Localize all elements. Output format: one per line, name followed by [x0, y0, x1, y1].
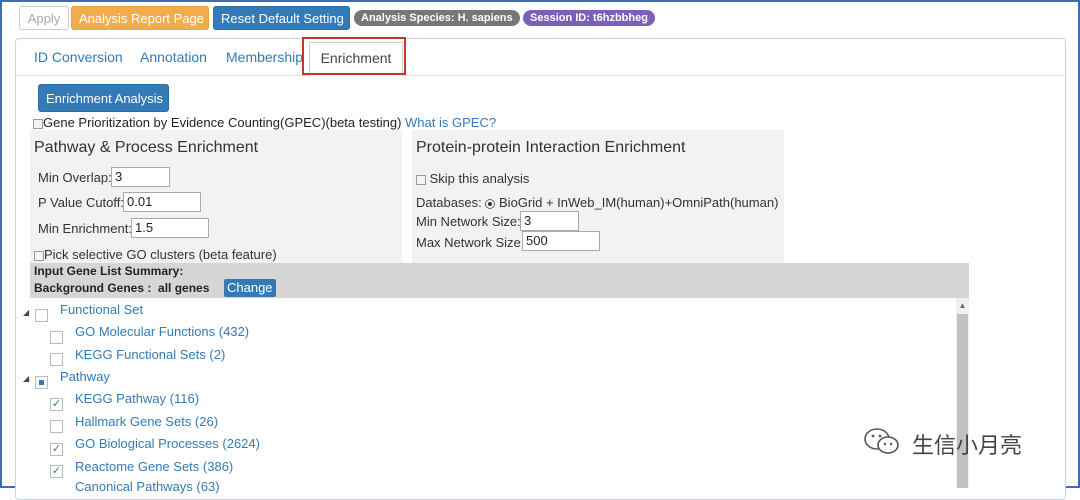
reset-default-button[interactable]: Reset Default Setting [213, 6, 350, 30]
tab-divider [16, 75, 1064, 76]
what-is-gpec-link[interactable]: What is GPEC? [405, 115, 496, 130]
tree-item-hallmark[interactable]: Hallmark Gene Sets (26) [75, 414, 218, 429]
scrollbar-thumb[interactable] [957, 314, 968, 488]
tree-checkbox-go-biological[interactable]: ✓ [50, 443, 63, 456]
min-overlap-input[interactable]: 3 [111, 167, 170, 187]
tree-item-functional-set[interactable]: Functional Set [60, 302, 143, 317]
databases-radio[interactable] [485, 198, 496, 209]
tree-checkbox-kegg-functional[interactable] [50, 353, 63, 366]
session-badge: Session ID: t6hzbbheg [523, 10, 655, 26]
tree-checkbox-pathway[interactable] [35, 376, 48, 389]
background-genes-label: Background Genes : [34, 281, 152, 295]
databases-row: Databases: BioGrid + InWeb_IM(human)+Omn… [416, 195, 778, 210]
databases-label: Databases: [416, 195, 482, 210]
tree-checkbox-reactome[interactable]: ✓ [50, 465, 63, 478]
background-genes-value: all genes [158, 281, 210, 295]
tab-id-conversion[interactable]: ID Conversion [34, 46, 123, 68]
background-genes-row: Background Genes : all genes [34, 281, 209, 295]
tree-item-pathway[interactable]: Pathway [60, 369, 110, 384]
tree-item-canonical[interactable]: Canonical Pathways (63) [75, 479, 220, 494]
tree-checkbox-go-molecular[interactable] [50, 331, 63, 344]
tree-item-kegg-functional[interactable]: KEGG Functional Sets (2) [75, 347, 225, 362]
gpec-label: Gene Prioritization by Evidence Counting… [43, 115, 402, 130]
min-enrichment-input[interactable]: 1.5 [131, 218, 209, 238]
tree-item-reactome[interactable]: Reactome Gene Sets (386) [75, 459, 233, 474]
ppi-heading: Protein-protein Interaction Enrichment [416, 139, 686, 156]
tree-item-go-molecular[interactable]: GO Molecular Functions (432) [75, 324, 249, 339]
gpec-row: Gene Prioritization by Evidence Counting… [33, 115, 496, 131]
species-badge: Analysis Species: H. sapiens [354, 10, 520, 26]
tree-item-go-biological[interactable]: GO Biological Processes (2624) [75, 436, 260, 451]
analysis-report-button[interactable]: Analysis Report Page [71, 6, 209, 30]
max-network-input[interactable]: 500 [522, 231, 600, 251]
tab-membership[interactable]: Membership [226, 46, 303, 68]
pathway-heading: Pathway & Process Enrichment [34, 139, 259, 156]
min-overlap-label: Min Overlap: [38, 170, 112, 185]
pvalue-cutoff-label: P Value Cutoff: [38, 195, 125, 210]
scroll-up-icon[interactable]: ▲ [956, 298, 969, 313]
skip-analysis-checkbox[interactable] [416, 174, 426, 185]
go-clusters-row: Pick selective GO clusters (beta feature… [34, 247, 277, 262]
enrichment-analysis-button[interactable]: Enrichment Analysis [38, 84, 169, 112]
skip-analysis-row: Skip this analysis [416, 171, 529, 186]
summary-title: Input Gene List Summary: [34, 264, 184, 278]
skip-analysis-label: Skip this analysis [429, 171, 530, 186]
databases-value: BioGrid + InWeb_IM(human)+OmniPath(human… [499, 195, 779, 210]
min-network-label: Min Network Size: [416, 214, 521, 229]
tree-item-kegg-pathway[interactable]: KEGG Pathway (116) [75, 391, 199, 406]
min-enrichment-label: Min Enrichment: [38, 221, 132, 236]
wechat-icon [864, 428, 899, 454]
collapse-pathway-icon[interactable]: ◢ [23, 374, 29, 383]
watermark-text: 生信小月亮 [912, 433, 1023, 458]
go-clusters-label: Pick selective GO clusters (beta feature… [44, 247, 277, 262]
max-network-label: Max Network Size: [416, 235, 525, 250]
min-network-input[interactable]: 3 [520, 211, 579, 231]
tree-checkbox-kegg-pathway[interactable]: ✓ [50, 398, 63, 411]
tab-highlight-box [302, 37, 406, 75]
tree-checkbox-functional-set[interactable] [35, 309, 48, 322]
gpec-checkbox[interactable] [33, 118, 43, 129]
tab-annotation[interactable]: Annotation [140, 46, 207, 68]
change-background-button[interactable]: Change [224, 279, 276, 297]
apply-button[interactable]: Apply [19, 6, 69, 30]
go-clusters-checkbox[interactable] [34, 250, 44, 261]
pvalue-cutoff-input[interactable]: 0.01 [123, 192, 201, 212]
tree-checkbox-hallmark[interactable] [50, 420, 63, 433]
collapse-functional-icon[interactable]: ◢ [23, 308, 29, 317]
